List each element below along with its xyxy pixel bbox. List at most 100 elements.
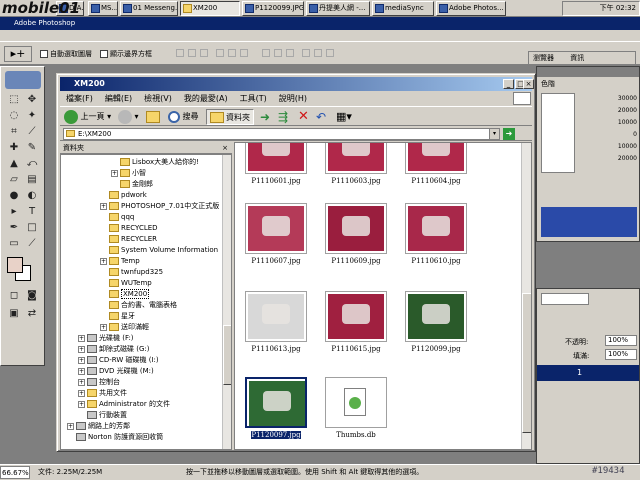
close-pane-icon[interactable]: × [222, 142, 228, 154]
align-icon[interactable] [216, 49, 224, 57]
expand-icon[interactable]: + [78, 356, 85, 364]
scroll-thumb[interactable] [522, 293, 531, 433]
tree-item[interactable]: + DVD 光碟機 (M:) [78, 366, 154, 377]
tree-item[interactable]: + 控制台 [78, 377, 120, 388]
file-thumbnail[interactable] [405, 203, 467, 254]
notes-tool-icon[interactable]: ▭ [7, 237, 21, 251]
standard-mode-icon[interactable]: ◻ [7, 289, 21, 303]
auto-select-checkbox[interactable] [40, 50, 48, 58]
tree-item[interactable]: + Administrator 的文件 [78, 399, 170, 410]
layer-row-selected[interactable]: 1 [537, 365, 639, 381]
history-brush-icon[interactable]: ⤺ [25, 157, 39, 171]
tree-item[interactable]: 合約書、電腦表格 [100, 300, 177, 311]
file-thumbnail[interactable] [325, 291, 387, 342]
align-icon[interactable] [176, 49, 184, 57]
screen-mode-icon[interactable]: ▣ [7, 307, 21, 321]
file-name[interactable]: Thumbs.db [311, 431, 401, 439]
menu-item[interactable]: 檔案(F) [66, 94, 93, 103]
distribute-icon[interactable] [274, 49, 282, 57]
file-thumbnail[interactable] [325, 203, 387, 254]
file-thumbnail[interactable] [245, 377, 307, 428]
tree-item[interactable]: + CD-RW 磁碟機 (I:) [78, 355, 159, 366]
foreground-color-swatch[interactable] [7, 257, 23, 273]
crop-tool-icon[interactable]: ⌗ [7, 125, 21, 139]
close-button[interactable]: × [523, 79, 534, 89]
menu-item[interactable]: 檢視(V) [144, 94, 172, 103]
folders-button[interactable]: 資料夾 [206, 109, 254, 125]
taskbar-button[interactable]: MS... [88, 1, 118, 16]
expand-icon[interactable]: + [67, 422, 74, 430]
distribute-icon[interactable] [326, 49, 334, 57]
move-to-icon[interactable]: ➜ [260, 109, 270, 125]
file-name[interactable]: P1110610.jpg [391, 257, 481, 265]
search-button[interactable]: 搜尋 [168, 109, 199, 125]
file-name[interactable]: P1110601.jpg [235, 177, 321, 185]
align-icon[interactable] [228, 49, 236, 57]
tree-item[interactable]: twnfupd325 [100, 267, 163, 278]
views-icon[interactable]: ▦▾ [336, 109, 352, 125]
tree-item[interactable]: + 光碟機 (F:) [78, 333, 134, 344]
fill-input[interactable]: 100% [605, 349, 637, 360]
slice-tool-icon[interactable]: ⟋ [25, 125, 39, 139]
healing-brush-icon[interactable]: ✚ [7, 141, 21, 155]
tree-item[interactable]: RECYCLER [100, 234, 157, 245]
tree-item[interactable]: + 共用文件 [78, 388, 127, 399]
taskbar-button-photoshop[interactable]: Adobe Photos... [436, 1, 506, 16]
taskbar-button[interactable]: mediaSync [372, 1, 434, 16]
distribute-icon[interactable] [314, 49, 322, 57]
tree-item[interactable]: 星牙 [100, 311, 135, 322]
file-name[interactable]: P1110604.jpg [391, 177, 481, 185]
file-thumbnail[interactable] [325, 143, 387, 174]
move-tool-icon[interactable]: ✥ [25, 93, 39, 107]
dodge-tool-icon[interactable]: ◐ [25, 189, 39, 203]
expand-icon[interactable]: + [78, 334, 85, 342]
back-button[interactable]: 上一頁 ▾ [64, 109, 111, 125]
quick-mask-icon[interactable]: ◙ [25, 289, 39, 303]
address-input[interactable]: E:\XM200 ▾ [63, 128, 500, 140]
distribute-icon[interactable] [286, 49, 294, 57]
expand-icon[interactable]: + [78, 345, 85, 353]
show-bounds-checkbox[interactable] [100, 50, 108, 58]
go-button[interactable]: ➜ [503, 128, 515, 140]
minimize-button[interactable]: _ [503, 79, 514, 89]
eraser-tool-icon[interactable]: ▱ [7, 173, 21, 187]
tree-item[interactable]: 金剛郎 [111, 179, 153, 190]
expand-icon[interactable]: + [100, 323, 107, 331]
explorer-title-bar[interactable]: XM200 _ □ [60, 77, 532, 91]
palette-tab[interactable]: 資訊 [570, 54, 584, 62]
tree-item[interactable]: + 送印滿輕 [100, 322, 149, 333]
tree-item[interactable]: RECYCLED [100, 223, 158, 234]
align-icon[interactable] [240, 49, 248, 57]
copy-to-icon[interactable]: ⇶ [278, 109, 288, 125]
dropdown-arrow-icon[interactable]: ▾ [489, 129, 499, 139]
file-thumbnail[interactable] [245, 291, 307, 342]
jump-to-imageready-icon[interactable]: ⇄ [25, 307, 39, 321]
taskbar-button-xm200[interactable]: XM200 [180, 1, 240, 16]
file-thumbnail[interactable] [245, 203, 307, 254]
file-name[interactable]: P1110613.jpg [235, 345, 321, 353]
expand-icon[interactable]: + [78, 367, 85, 375]
tree-item[interactable]: System Volume Information [100, 245, 218, 256]
zoom-level[interactable]: 66.67% [0, 466, 30, 479]
expand-icon[interactable]: + [100, 257, 107, 265]
tree-item[interactable]: + 卸除式磁碟 (G:) [78, 344, 149, 355]
tree-scrollbar[interactable] [222, 155, 231, 449]
menu-item[interactable]: 說明(H) [279, 94, 307, 103]
stamp-tool-icon[interactable]: ▲ [7, 157, 21, 171]
tree-item[interactable]: Norton 防護資源回收筒 [67, 432, 163, 443]
tree-item[interactable]: pdwork [100, 190, 147, 201]
blend-mode-select[interactable] [541, 293, 589, 305]
file-thumbnail[interactable] [325, 377, 387, 428]
tree-item[interactable]: qqq [100, 212, 134, 223]
menu-item[interactable]: 我的最愛(A) [184, 94, 228, 103]
file-name[interactable]: P1110609.jpg [311, 257, 401, 265]
opacity-input[interactable]: 100% [605, 335, 637, 346]
align-icon[interactable] [188, 49, 196, 57]
tree-item[interactable]: + 小智 [111, 168, 146, 179]
marquee-tool-icon[interactable]: ⬚ [7, 93, 21, 107]
undo-icon[interactable]: ↶ [316, 109, 326, 125]
expand-icon[interactable]: + [78, 378, 85, 386]
palette-tab[interactable]: 瀏覽器 [533, 54, 554, 62]
palette-well[interactable]: 瀏覽器 資訊 [528, 51, 636, 65]
type-tool-icon[interactable]: T [25, 205, 39, 219]
